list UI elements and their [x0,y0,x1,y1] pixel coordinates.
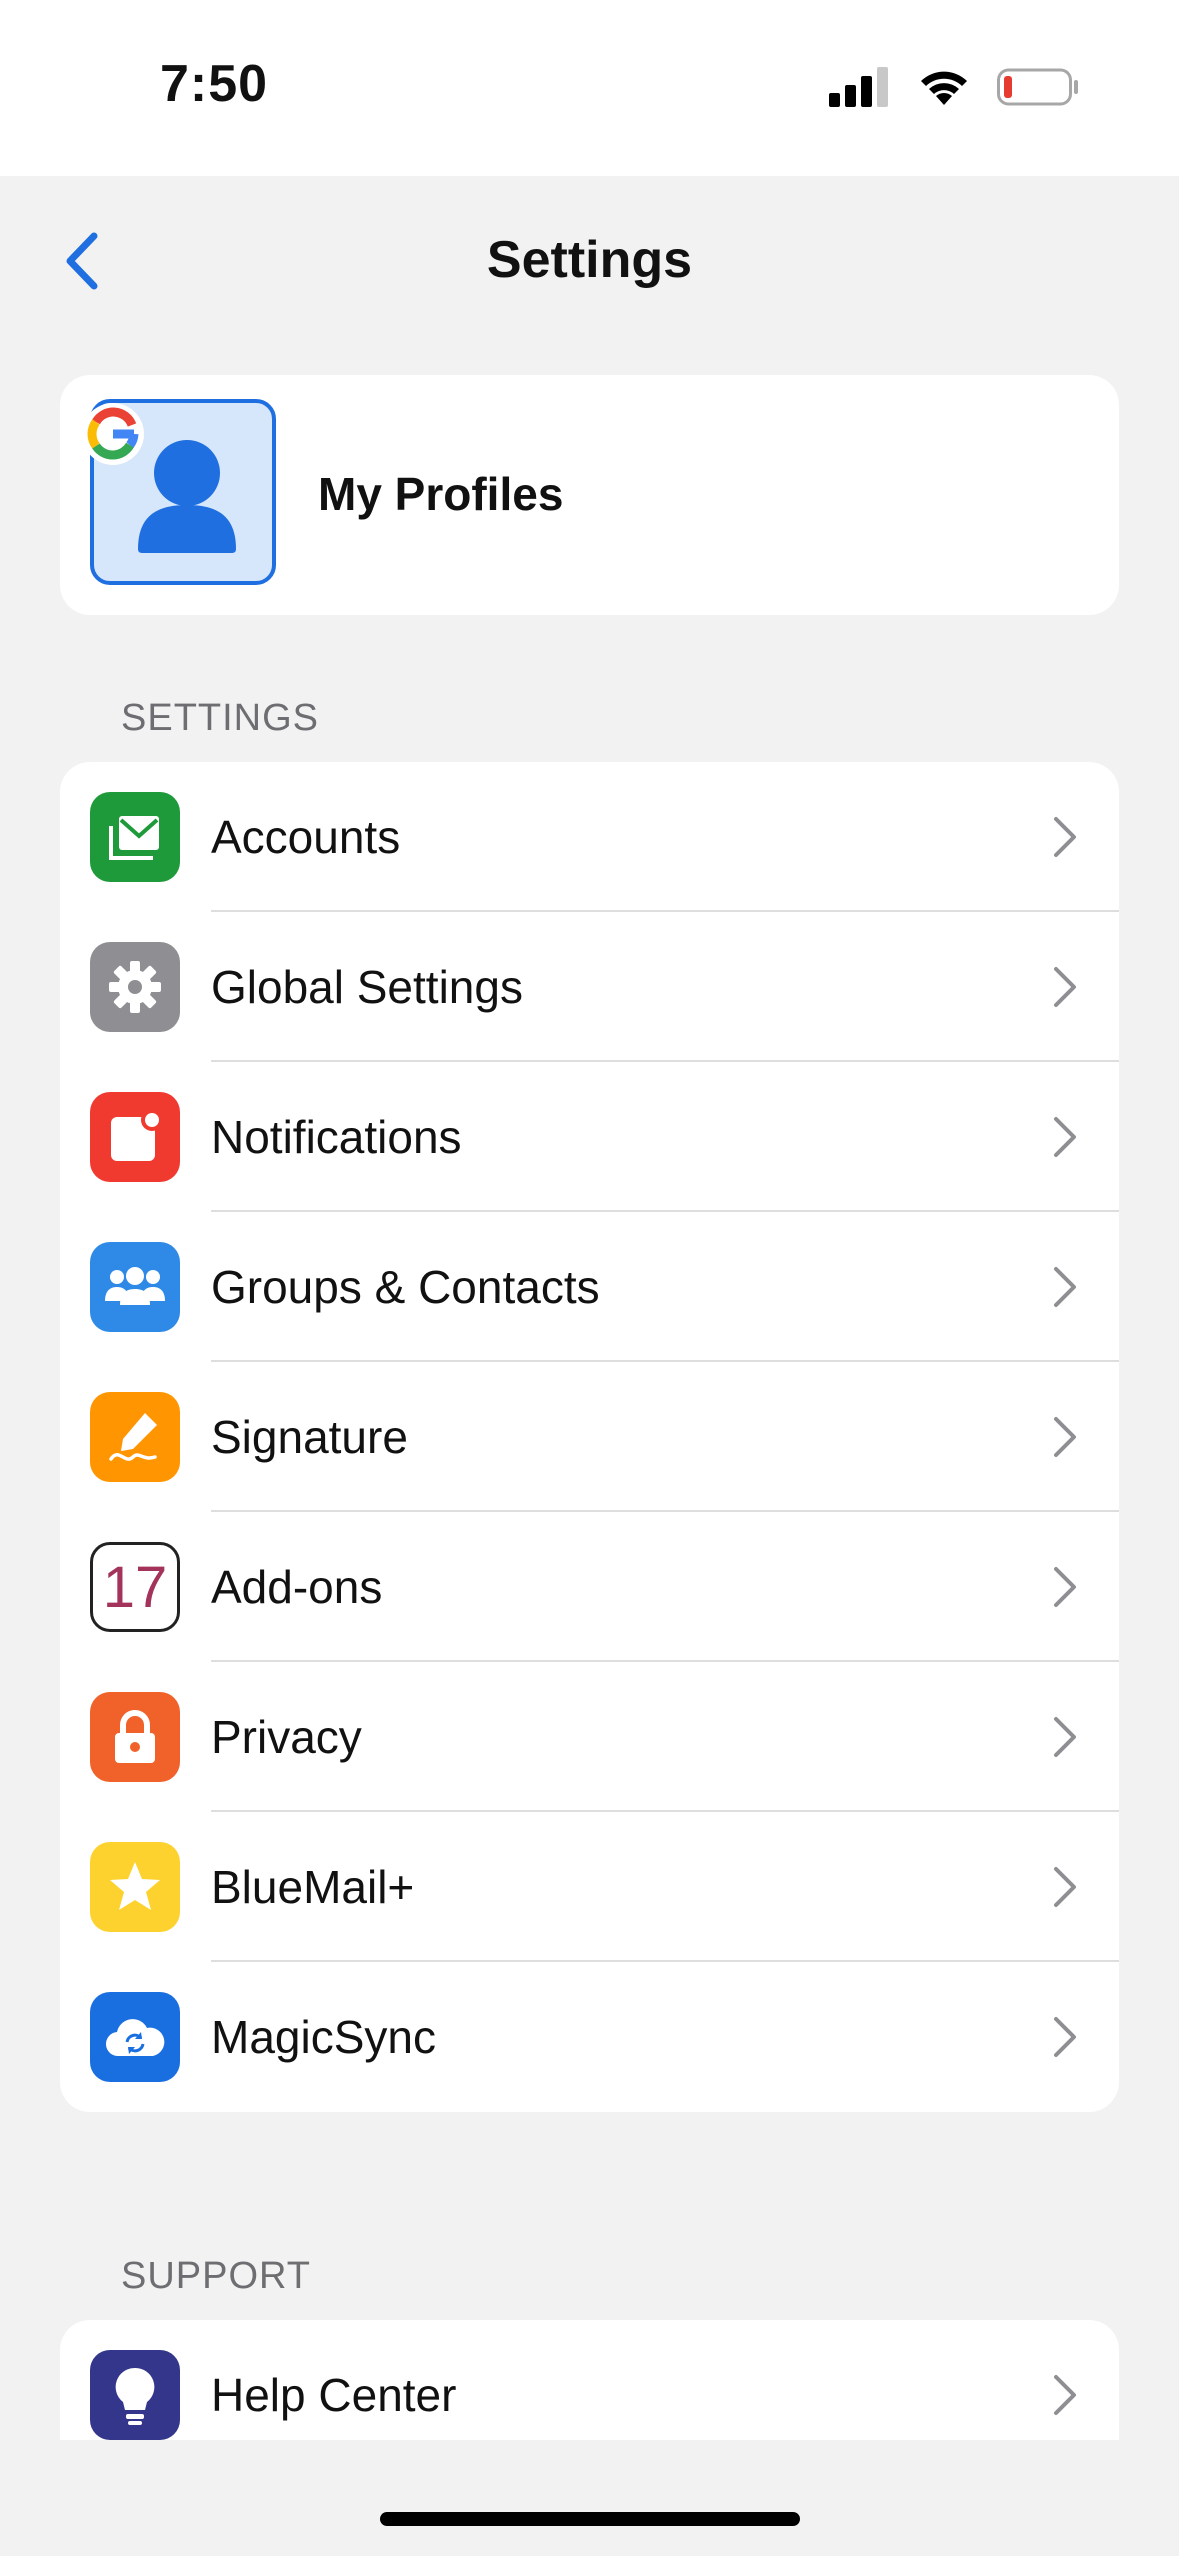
accounts-label: Accounts [211,811,401,863]
cellular-signal-icon [829,67,888,107]
status-icons [829,62,1079,112]
group-icon [90,1242,180,1332]
chevron-right-icon [1054,1117,1076,1157]
chevron-right-icon [1054,817,1076,857]
bluemail-plus-label: BlueMail+ [211,1861,415,1913]
status-time: 7:50 [160,55,269,113]
chevron-right-icon [1054,1567,1076,1607]
add-ons-label: Add-ons [211,1561,383,1613]
privacy-row[interactable]: Privacy [60,1662,1119,1812]
bottom-safe-area [0,2440,1179,2556]
chevron-right-icon [1054,967,1076,1007]
notifications-label: Notifications [211,1111,462,1163]
gear-icon [90,942,180,1032]
add-ons-row[interactable]: 17 Add-ons [60,1512,1119,1662]
settings-list: Accounts Global Settings Notifications G… [60,762,1119,2112]
home-indicator[interactable] [380,2512,800,2526]
privacy-label: Privacy [211,1711,362,1763]
notification-badge-icon [90,1092,180,1182]
google-icon [82,403,144,465]
global-settings-label: Global Settings [211,961,523,1013]
support-list: Help Center [60,2320,1119,2440]
bluemail-plus-row[interactable]: BlueMail+ [60,1812,1119,1962]
lightbulb-icon [90,2350,180,2440]
cloud-sync-icon [90,1992,180,2082]
notifications-row[interactable]: Notifications [60,1062,1119,1212]
my-profiles-label: My Profiles [318,468,564,520]
lock-icon [90,1692,180,1782]
wifi-icon [921,71,967,105]
pen-signature-icon [90,1392,180,1482]
chevron-right-icon [1054,2375,1076,2415]
chevron-right-icon [1054,2017,1076,2057]
chevron-right-icon [1054,1267,1076,1307]
help-center-label: Help Center [211,2369,457,2421]
signature-row[interactable]: Signature [60,1362,1119,1512]
mail-icon [90,792,180,882]
my-profiles-card[interactable]: My Profiles [60,375,1119,615]
chevron-right-icon [1054,1717,1076,1757]
support-section-header: SUPPORT [121,2255,312,2297]
settings-section-header: SETTINGS [121,697,320,739]
magicsync-row[interactable]: MagicSync [60,1962,1119,2112]
accounts-row[interactable]: Accounts [60,762,1119,912]
chevron-right-icon [1054,1867,1076,1907]
battery-icon [997,68,1078,106]
star-icon [90,1842,180,1932]
magicsync-label: MagicSync [211,2011,436,2063]
status-bar: 7:50 [0,0,1179,176]
groups-contacts-label: Groups & Contacts [211,1261,600,1313]
navigation-bar: Settings [0,176,1179,346]
signature-label: Signature [211,1411,408,1463]
groups-contacts-row[interactable]: Groups & Contacts [60,1212,1119,1362]
calendar-icon: 17 [90,1542,180,1632]
chevron-right-icon [1054,1417,1076,1457]
global-settings-row[interactable]: Global Settings [60,912,1119,1062]
page-title: Settings [486,231,693,289]
calendar-day: 17 [102,1554,168,1620]
help-center-row[interactable]: Help Center [60,2320,1119,2440]
